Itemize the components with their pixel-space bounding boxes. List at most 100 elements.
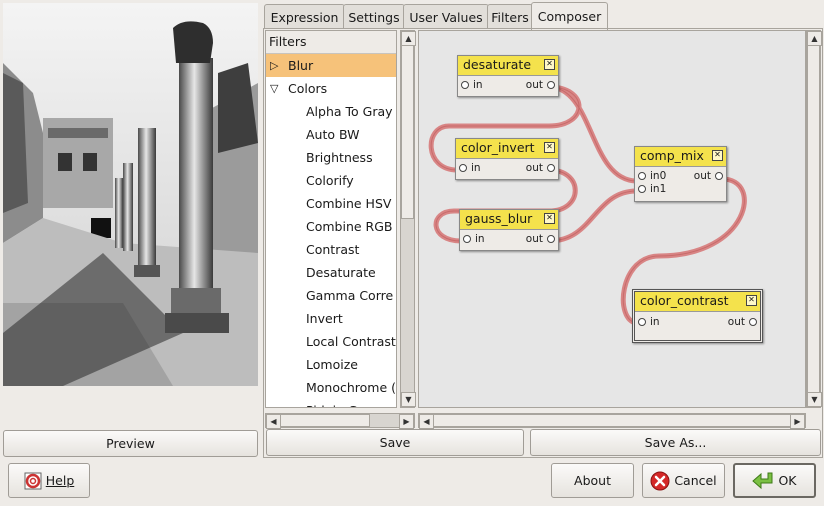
tab-expression[interactable]: Expression: [264, 4, 345, 29]
port-label: in0: [650, 170, 667, 182]
node-color-invert-title: color_invert: [461, 140, 535, 155]
preview-image: [3, 3, 258, 386]
filter-item[interactable]: Local Contrast: [306, 330, 396, 353]
node-comp-mix-title: comp_mix: [640, 148, 704, 163]
node-gauss-blur-title: gauss_blur: [465, 211, 533, 226]
scroll-right-icon[interactable]: ▶: [790, 414, 805, 429]
node-color-invert[interactable]: color_invert ✕ in out: [455, 138, 559, 180]
port-label: out: [693, 170, 711, 182]
close-icon[interactable]: ✕: [746, 295, 757, 306]
expander-expanded-icon[interactable]: ▽: [270, 77, 278, 100]
filters-vscroll-thumb[interactable]: [401, 45, 414, 219]
input-port[interactable]: [461, 81, 469, 89]
output-port[interactable]: [547, 164, 555, 172]
input-port[interactable]: [459, 164, 467, 172]
about-button-label: About: [574, 473, 611, 488]
about-button[interactable]: About: [551, 463, 634, 498]
filter-group-blur[interactable]: ▷ Blur: [266, 54, 396, 77]
filter-item[interactable]: Combine RGB: [306, 215, 393, 238]
port-label: in: [473, 79, 483, 91]
port-label: in: [650, 316, 660, 328]
node-color-contrast[interactable]: color_contrast ✕ in out: [632, 289, 763, 343]
help-button-label: Help: [45, 473, 75, 488]
composer-vscrollbar[interactable]: ▲ ▼: [806, 30, 822, 408]
save-button-label: Save: [379, 435, 411, 450]
filters-hscrollbar[interactable]: ◀ ▶: [265, 413, 415, 429]
scroll-left-icon[interactable]: ◀: [419, 414, 434, 429]
ok-button-label: OK: [778, 473, 797, 488]
preview-button[interactable]: Preview: [3, 430, 258, 457]
port-label: out: [525, 79, 543, 91]
filter-group-blur-label: Blur: [288, 58, 314, 73]
filter-item[interactable]: Auto BW: [306, 123, 360, 146]
output-port[interactable]: [547, 81, 555, 89]
node-color-contrast-title: color_contrast: [640, 293, 729, 308]
input-port[interactable]: [638, 185, 646, 193]
node-desaturate-title: desaturate: [463, 57, 532, 72]
tab-composer[interactable]: Composer: [531, 2, 608, 30]
filter-group-colors-label: Colors: [288, 81, 328, 96]
filter-item[interactable]: Contrast: [306, 238, 359, 261]
cancel-icon: [650, 471, 670, 490]
filter-item[interactable]: Brightness: [306, 146, 373, 169]
tab-settings[interactable]: Settings: [343, 4, 405, 29]
output-port[interactable]: [749, 318, 757, 326]
port-label: out: [727, 316, 745, 328]
close-icon[interactable]: ✕: [544, 213, 555, 224]
tab-user-values-label: User Values: [409, 9, 483, 25]
composer-canvas[interactable]: desaturate ✕ in out color_invert ✕ in out …: [418, 30, 806, 408]
filters-header-label: Filters: [269, 34, 307, 49]
expander-collapsed-icon[interactable]: ▷: [270, 54, 278, 77]
filter-group-colors[interactable]: ▽ Colors: [266, 77, 396, 100]
scroll-up-icon[interactable]: ▲: [807, 31, 822, 46]
filters-vscrollbar[interactable]: ▲ ▼: [400, 30, 416, 408]
filter-item[interactable]: Combine HSV: [306, 192, 391, 215]
input-port[interactable]: [463, 235, 471, 243]
composer-hscroll-thumb[interactable]: [433, 414, 791, 427]
filter-item[interactable]: Desaturate: [306, 261, 376, 284]
close-icon[interactable]: ✕: [544, 142, 555, 153]
node-desaturate[interactable]: desaturate ✕ in out: [457, 55, 559, 97]
port-label: in: [471, 162, 481, 174]
scroll-left-icon[interactable]: ◀: [266, 414, 281, 429]
scroll-down-icon[interactable]: ▼: [807, 392, 822, 407]
filter-item[interactable]: Pidgin Gamma: [306, 399, 396, 407]
ok-icon: [752, 472, 773, 489]
composer-vscroll-thumb[interactable]: [807, 45, 820, 393]
scroll-down-icon[interactable]: ▼: [401, 392, 416, 407]
composer-hscrollbar[interactable]: ◀ ▶: [418, 413, 806, 429]
output-port[interactable]: [715, 172, 723, 180]
filters-hscroll-thumb[interactable]: [280, 414, 370, 427]
port-label: out: [525, 233, 543, 245]
scroll-up-icon[interactable]: ▲: [401, 31, 416, 46]
close-icon[interactable]: ✕: [544, 59, 555, 70]
input-port[interactable]: [638, 172, 646, 180]
ok-button[interactable]: OK: [733, 463, 816, 498]
tab-bar: Expression Settings User Values Filters …: [264, 0, 824, 30]
filter-item[interactable]: Gamma Corre: [306, 284, 393, 307]
help-button[interactable]: Help: [8, 463, 90, 498]
cancel-button[interactable]: Cancel: [642, 463, 725, 498]
filter-item[interactable]: Colorify: [306, 169, 354, 192]
port-label: in: [475, 233, 485, 245]
filter-item[interactable]: Lomoize: [306, 353, 358, 376]
port-label: out: [525, 162, 543, 174]
tab-filters[interactable]: Filters: [487, 4, 533, 29]
tab-user-values[interactable]: User Values: [403, 4, 489, 29]
input-port[interactable]: [638, 318, 646, 326]
save-button[interactable]: Save: [266, 429, 524, 456]
close-icon[interactable]: ✕: [712, 150, 723, 161]
node-gauss-blur[interactable]: gauss_blur ✕ in out: [459, 209, 559, 251]
scroll-right-icon[interactable]: ▶: [399, 414, 414, 429]
tab-expression-label: Expression: [270, 9, 339, 25]
node-comp-mix[interactable]: comp_mix ✕ in0 in1 out: [634, 146, 727, 202]
save-as-button-label: Save As...: [644, 435, 707, 450]
filter-item[interactable]: Invert: [306, 307, 343, 330]
filter-item[interactable]: Alpha To Gray: [306, 100, 393, 123]
filters-tree: Filters ▷ Blur ▽ Colors Alpha To Gray Au…: [265, 30, 397, 408]
output-port[interactable]: [547, 235, 555, 243]
help-icon: [24, 472, 42, 489]
save-as-button[interactable]: Save As...: [530, 429, 821, 456]
tab-composer-label: Composer: [537, 9, 602, 24]
filter-item[interactable]: Monochrome (: [306, 376, 396, 399]
